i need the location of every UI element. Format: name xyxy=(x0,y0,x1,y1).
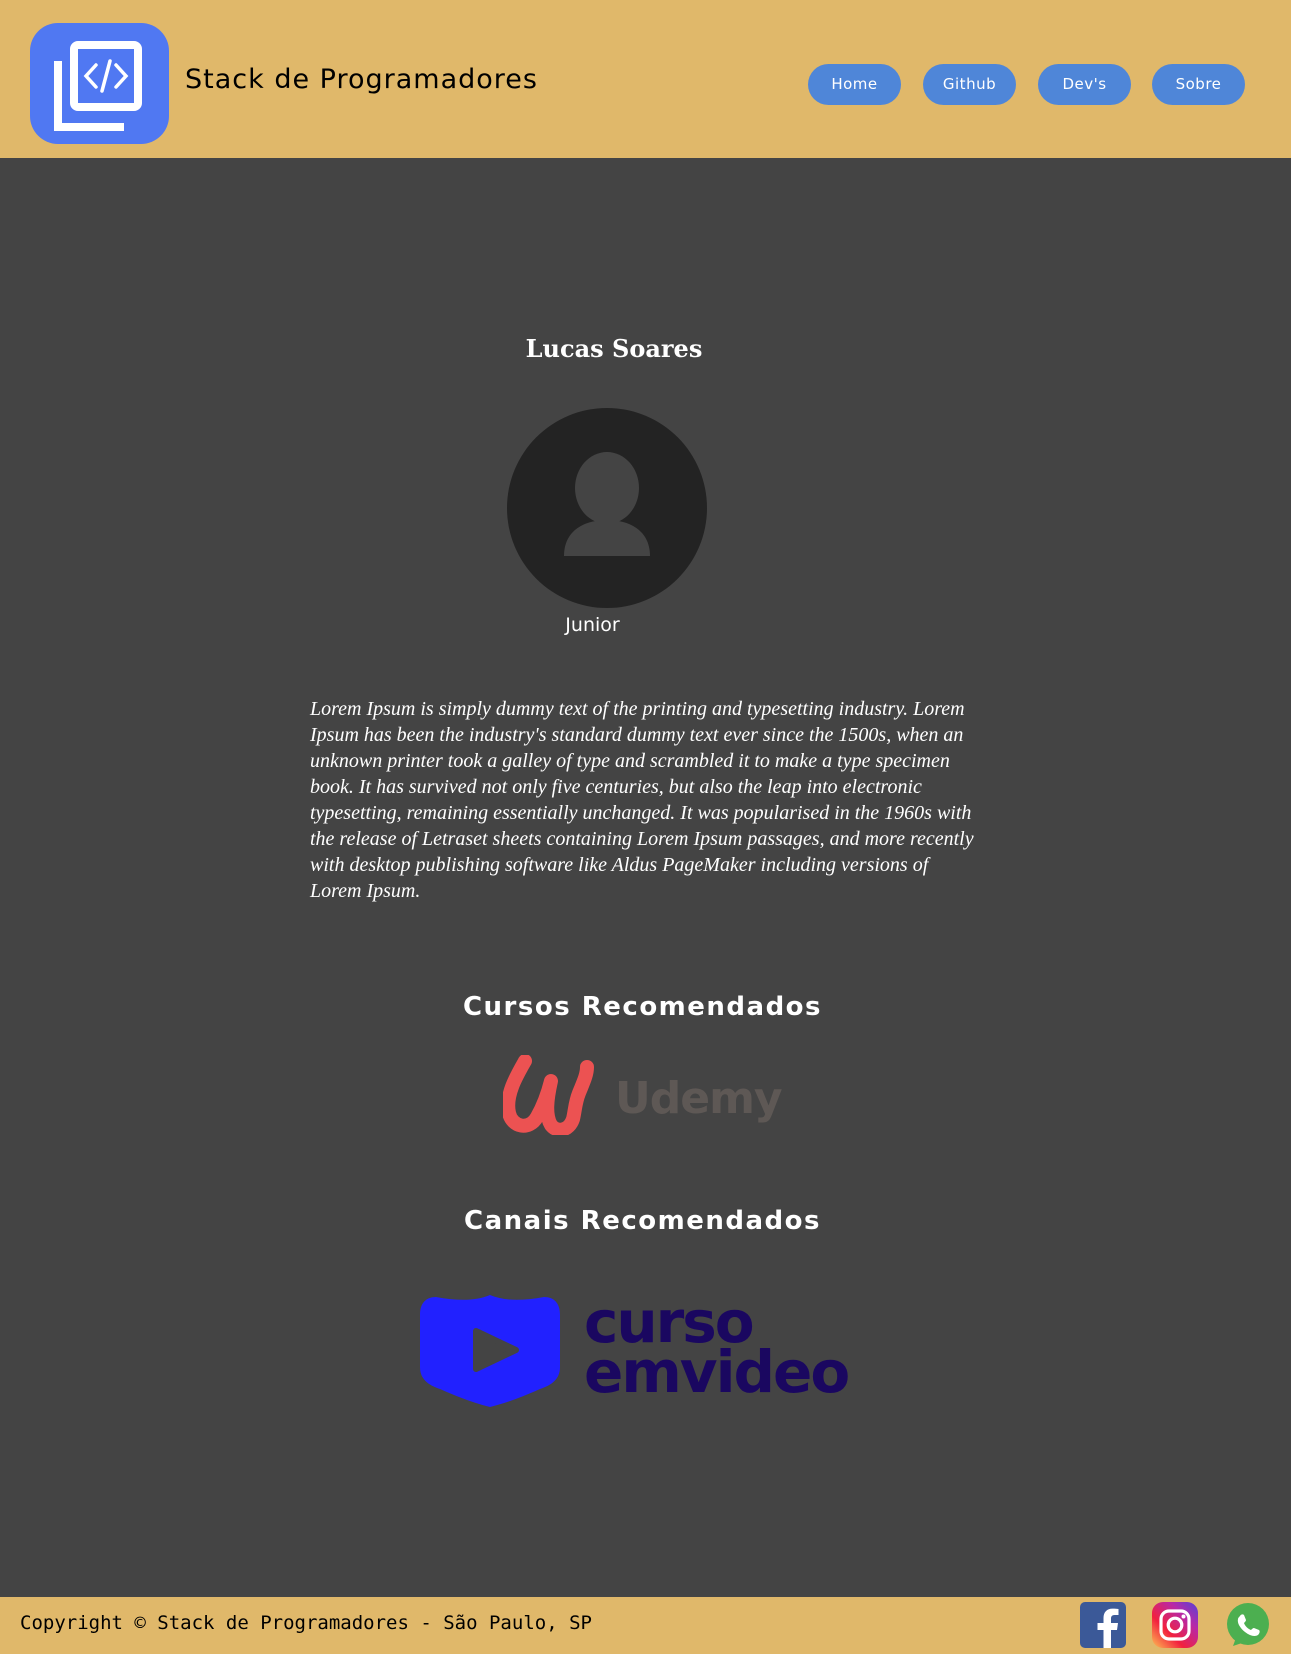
cursoemvideo-logo[interactable]: curso emvideo xyxy=(418,1293,878,1408)
site-footer: Copyright © Stack de Programadores - São… xyxy=(0,1597,1291,1654)
nav-home-button[interactable]: Home xyxy=(808,64,901,105)
instagram-icon[interactable] xyxy=(1152,1602,1198,1648)
code-window-icon xyxy=(54,41,142,131)
developer-bio: Lorem Ipsum is simply dummy text of the … xyxy=(310,698,974,902)
developer-name: Lucas Soares xyxy=(525,334,703,363)
udemy-wordmark: Udemy xyxy=(615,1073,783,1124)
udemy-u-icon xyxy=(501,1054,594,1137)
avatar xyxy=(507,408,707,608)
site-title: Stack de Programadores xyxy=(185,64,538,95)
courses-heading: Cursos Recomendados xyxy=(462,992,823,1022)
facebook-icon[interactable] xyxy=(1080,1602,1126,1648)
channels-heading: Canais Recomendados xyxy=(464,1206,821,1236)
udemy-logo[interactable]: Udemy xyxy=(501,1054,783,1137)
developer-level: Junior xyxy=(565,614,620,636)
play-shield-icon xyxy=(420,1295,560,1407)
copyright-text: Copyright © Stack de Programadores - São… xyxy=(20,1612,592,1634)
nav-devs-button[interactable]: Dev's xyxy=(1038,64,1131,105)
site-logo[interactable] xyxy=(30,23,169,144)
site-header: Stack de Programadores Home Github Dev's… xyxy=(0,0,1291,158)
whatsapp-icon[interactable] xyxy=(1225,1602,1271,1648)
cursoemvideo-wordmark-line2: emvideo xyxy=(584,1338,850,1406)
nav-sobre-button[interactable]: Sobre xyxy=(1152,64,1245,105)
user-silhouette-icon xyxy=(564,452,650,556)
nav-github-button[interactable]: Github xyxy=(923,64,1016,105)
